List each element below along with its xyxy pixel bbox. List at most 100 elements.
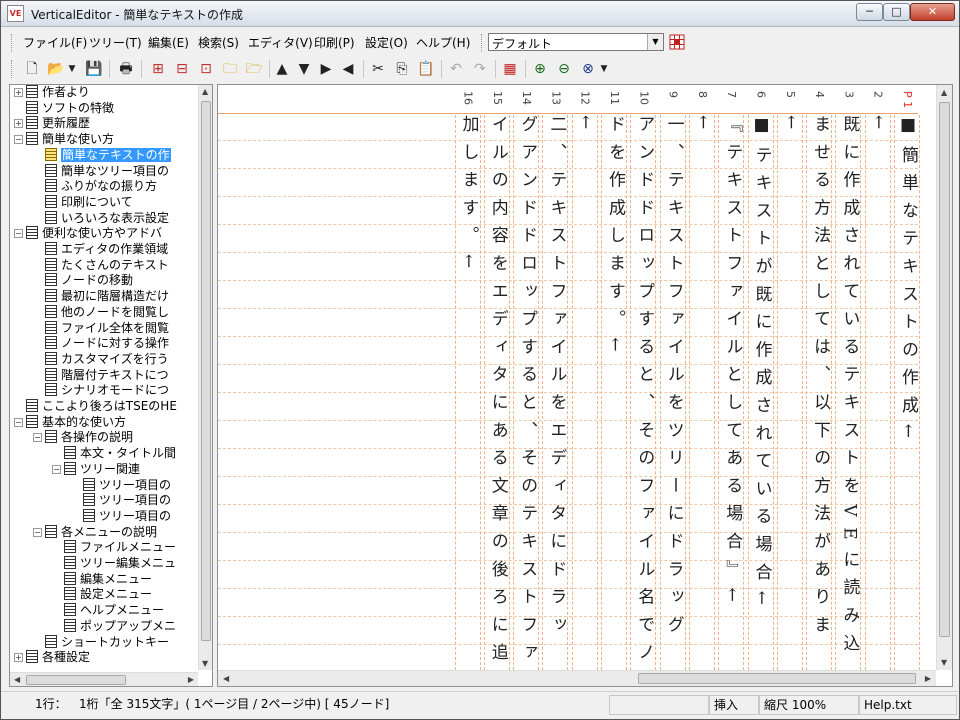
editor-canvas[interactable]: P 1 ■簡単なテキストの作成← 2 ← 3 既に作成されているテキストをVEに読み込 4 ま… <box>218 85 935 670</box>
text-column[interactable]: ← <box>690 115 716 140</box>
open-folder-icon[interactable]: 📂 <box>45 58 67 80</box>
tree-node[interactable]: + 作者より <box>14 85 90 100</box>
text-column[interactable]: ← <box>866 115 892 140</box>
arrow-up-icon[interactable]: ▲ <box>271 58 293 80</box>
new-file-icon[interactable]: 🗋 <box>21 58 43 80</box>
menu-help[interactable]: ヘルプ(H) <box>416 34 470 51</box>
tree-node[interactable]: ソフトの特徴 <box>14 100 114 116</box>
collapse-icon[interactable]: − <box>33 433 42 443</box>
style-toolbar-grip[interactable] <box>481 34 484 52</box>
scroll-down-icon[interactable]: ▼ <box>941 658 947 667</box>
tree-node[interactable]: ヘルプメニュー <box>52 603 164 618</box>
title-bar[interactable]: VE VerticalEditor - 簡単なテキストの作成 ─ □ ✕ <box>1 1 959 27</box>
chevron-down-icon[interactable]: ▼ <box>597 58 611 80</box>
tree-node[interactable]: + 更新履歴 <box>14 116 90 131</box>
chevron-down-icon[interactable]: ▼ <box>65 58 79 80</box>
zoom-reset-icon[interactable]: ⊗ <box>577 58 599 80</box>
tree-node[interactable]: ショートカットキー <box>33 634 169 650</box>
text-column[interactable]: ← <box>778 115 804 140</box>
tree-vertical-scroll-thumb[interactable] <box>201 101 211 641</box>
tree-node[interactable]: − 便利な使い方やアドバ <box>14 226 162 241</box>
add-child-node-icon[interactable]: ⊟ <box>171 58 193 80</box>
arrow-right-icon[interactable]: ▶ <box>315 58 337 80</box>
text-column[interactable]: ← <box>573 115 599 140</box>
expand-icon[interactable]: + <box>14 119 23 129</box>
text-column[interactable]: 『テキストファイルとしてある場合』← <box>719 115 745 613</box>
text-column[interactable]: ■簡単なテキストの作成← <box>895 115 921 449</box>
folder-up-icon[interactable]: 🗁 <box>243 58 265 80</box>
arrow-left-icon[interactable]: ◀ <box>337 58 359 80</box>
tree-node[interactable]: ノードに対する操作 <box>33 336 169 351</box>
tree-node[interactable]: ノードの移動 <box>33 273 133 288</box>
tree-node[interactable]: ツリー編集メニュ <box>52 556 176 571</box>
scroll-down-icon[interactable]: ▼ <box>202 659 208 668</box>
folder-icon[interactable]: 🗀 <box>219 58 241 80</box>
tree-node[interactable]: 設定メニュー <box>52 587 152 602</box>
vertical-editor[interactable]: P 1 ■簡単なテキストの作成← 2 ← 3 既に作成されているテキストをVEに読み込 4 ま… <box>217 84 953 687</box>
text-column[interactable]: 二、テキストファイルをエディタにドラッ <box>543 115 569 643</box>
text-column[interactable]: ドを作成します。← <box>602 115 628 362</box>
tree-horizontal-scroll-thumb[interactable] <box>26 675 126 685</box>
text-column[interactable]: ませる方法としては、以下の方法がありま <box>807 115 833 643</box>
menu-tree[interactable]: ツリー(T) <box>89 34 142 51</box>
add-node-icon[interactable]: ⊞ <box>147 58 169 80</box>
tree-node[interactable]: ツリー項目の <box>71 508 171 524</box>
tree-node[interactable]: ポップアップメニ <box>52 618 176 634</box>
editor-horizontal-scrollbar[interactable]: ◀ ▶ <box>218 670 936 686</box>
menu-print[interactable]: 印刷(P) <box>314 34 355 51</box>
menu-search[interactable]: 検索(S) <box>198 34 239 51</box>
menu-editor[interactable]: エディタ(V) <box>248 34 313 51</box>
redo-icon[interactable]: ↷ <box>469 58 491 80</box>
tree-node[interactable]: 他のノードを閲覧し <box>33 304 169 320</box>
copy-icon[interactable]: ⎘ <box>391 58 413 80</box>
maximize-button[interactable]: □ <box>883 3 910 21</box>
zoom-in-icon[interactable]: ⊕ <box>529 58 551 80</box>
scroll-up-icon[interactable]: ▲ <box>941 88 947 97</box>
text-column[interactable]: イルの内容をエディタにある文章の後ろに追 <box>485 115 511 670</box>
tree-node[interactable]: − 基本的な使い方 <box>14 414 126 430</box>
tree-vertical-scrollbar[interactable]: ▲ ▼ <box>198 85 212 670</box>
text-column[interactable]: 加します。← <box>456 115 482 279</box>
editor-vertical-scrollbar[interactable]: ▲ ▼ <box>936 85 952 670</box>
style-select[interactable]: デフォルト ▼ <box>488 33 664 51</box>
expand-icon[interactable]: + <box>14 88 23 97</box>
text-column[interactable]: 既に作成されているテキストをVEに読み込 <box>836 115 862 662</box>
undo-icon[interactable]: ↶ <box>445 58 467 80</box>
tree-node[interactable]: − 各メニューの説明 <box>33 524 157 540</box>
tree-node[interactable]: ふりがなの振り方 <box>33 179 157 194</box>
tree-node[interactable]: − 簡単な使い方 <box>14 132 114 147</box>
minimize-button[interactable]: ─ <box>856 3 883 21</box>
tree-view[interactable]: + 作者より ソフトの特徴 + 更新履歴 − 簡単な使い方 簡単なテキストの作 簡単なツリー項目… <box>9 84 213 687</box>
menu-settings[interactable]: 設定(O) <box>365 34 408 51</box>
text-column[interactable]: グアンドドロップすると、そのテキストファ <box>514 115 540 670</box>
editor-vertical-scroll-thumb[interactable] <box>939 102 950 637</box>
chevron-down-icon[interactable]: ▼ <box>647 34 663 50</box>
collapse-icon[interactable]: − <box>33 527 42 537</box>
scroll-right-icon[interactable]: ▶ <box>925 674 931 683</box>
tree-node[interactable]: + 各種設定 <box>14 650 90 665</box>
tree-node[interactable]: たくさんのテキスト <box>33 257 169 273</box>
tree-node[interactable]: 階層付テキストにつ <box>33 367 169 383</box>
scroll-left-icon[interactable]: ◀ <box>223 674 229 683</box>
tree-node[interactable]: 印刷について <box>33 194 133 210</box>
scroll-left-icon[interactable]: ◀ <box>14 675 20 684</box>
tree-node[interactable]: ツリー項目の <box>71 477 171 493</box>
collapse-icon[interactable]: − <box>14 229 23 239</box>
tree-node[interactable]: 簡単なテキストの作 <box>33 147 171 163</box>
tree-node[interactable]: − 各操作の説明 <box>33 430 133 445</box>
tree-node[interactable]: ツリー項目の <box>71 493 171 508</box>
tree-node[interactable]: ファイルメニュー <box>52 540 176 555</box>
arrow-down-icon[interactable]: ▼ <box>293 58 315 80</box>
editor-horizontal-scroll-thumb[interactable] <box>638 673 916 684</box>
add-sibling-node-icon[interactable]: ⊡ <box>195 58 217 80</box>
tree-node[interactable]: − ツリー関連 <box>52 461 140 477</box>
tree-node[interactable]: ここより後ろはTSEのHE <box>14 399 177 414</box>
grid-icon[interactable]: ▦ <box>499 58 521 80</box>
zoom-out-icon[interactable]: ⊖ <box>553 58 575 80</box>
close-button[interactable]: ✕ <box>910 3 955 21</box>
tree-node[interactable]: カスタマイズを行う <box>33 351 169 367</box>
text-column[interactable]: アンドドロップすると、そのファイル名でノ <box>631 115 657 670</box>
menu-edit[interactable]: 編集(E) <box>148 34 189 51</box>
tree-horizontal-scrollbar[interactable]: ◀ ▶ <box>10 672 198 686</box>
text-column[interactable]: 一、テキストファイルをツリーにドラッグ <box>661 115 687 643</box>
